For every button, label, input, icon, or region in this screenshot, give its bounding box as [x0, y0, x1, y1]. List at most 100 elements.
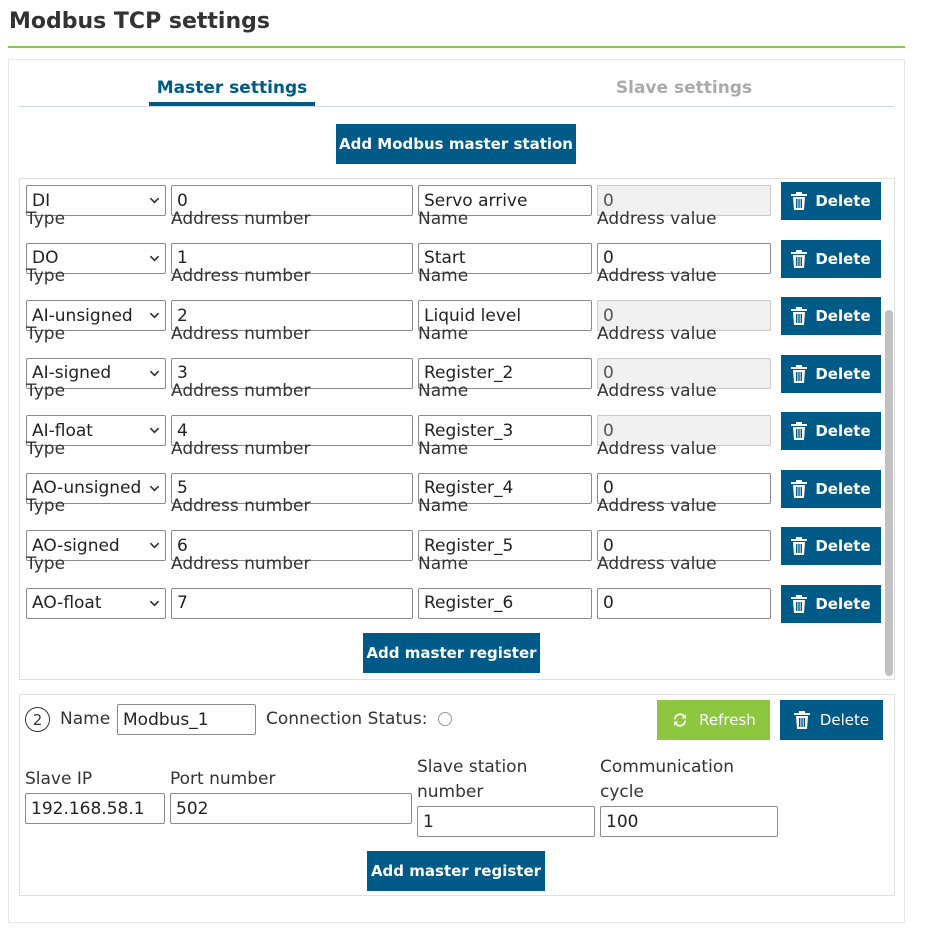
trash-icon	[791, 192, 808, 210]
chevron-down-icon	[149, 370, 160, 377]
delete-button-label: Delete	[815, 192, 871, 210]
register-type-value: AI-unsigned	[32, 305, 133, 326]
chevron-down-icon	[149, 255, 160, 262]
name-label: Name	[418, 323, 469, 344]
address-number-label: Address number	[171, 553, 311, 574]
add-master-register-button-2[interactable]: Add master register	[367, 851, 545, 891]
address-value-label: Address value	[597, 323, 717, 344]
register-name-input[interactable]: Register_6	[418, 587, 592, 619]
communication-cycle-label-line1: Communication	[600, 757, 734, 777]
communication-cycle-input[interactable]: 100	[600, 806, 778, 837]
slave-station-label-line1: Slave station	[417, 757, 528, 777]
delete-register-button[interactable]: Delete	[781, 297, 881, 335]
tabs-divider	[19, 106, 894, 107]
name-label: Name	[418, 496, 469, 516]
scrollbar-thumb[interactable]	[885, 310, 893, 676]
register-address-input[interactable]: 7	[171, 587, 413, 619]
register-type-value: AO-signed	[32, 535, 120, 556]
slave-ip-input[interactable]: 192.168.58.1	[25, 793, 165, 824]
trash-icon	[791, 249, 808, 268]
refresh-icon	[674, 713, 687, 727]
add-master-station-button[interactable]: Add Modbus master station	[336, 124, 576, 164]
trash-icon	[791, 479, 808, 498]
type-label: Type	[26, 208, 66, 229]
register-value-input[interactable]: 0	[597, 587, 771, 619]
name-label: Name	[418, 553, 469, 574]
delete-button-label: Delete	[815, 249, 871, 268]
slave-station-label-line2: number	[417, 782, 484, 802]
refresh-button[interactable]: Refresh	[657, 700, 770, 740]
register-type-value: AI-float	[32, 420, 93, 441]
address-number-label: Address number	[171, 438, 311, 459]
delete-register-button[interactable]: Delete	[781, 412, 881, 450]
station-name-input[interactable]: Modbus_1	[117, 704, 256, 735]
delete-register-button[interactable]: Delete	[781, 354, 881, 393]
address-value-label: Address value	[597, 553, 717, 574]
delete-register-button[interactable]: Delete	[781, 527, 881, 565]
address-number-label: Address number	[171, 323, 311, 344]
register-type-value: DI	[32, 190, 51, 211]
type-label: Type	[26, 553, 66, 574]
connection-status-label: Connection Status:	[266, 709, 428, 729]
station-number-badge: 2	[25, 707, 50, 732]
delete-button-label: Delete	[815, 594, 871, 613]
type-label: Type	[26, 266, 66, 286]
delete-register-button[interactable]: Delete	[781, 584, 881, 623]
address-value-label: Address value	[597, 266, 717, 286]
delete-button-label: Delete	[815, 307, 871, 325]
chevron-down-icon	[149, 312, 160, 319]
address-value-label: Address value	[597, 496, 717, 516]
port-number-label: Port number	[170, 769, 276, 789]
chevron-down-icon	[149, 485, 160, 492]
master-station-1[interactable]: DI 0 Servo arrive 0 Delete Type Address number…	[19, 178, 895, 680]
trash-icon	[793, 711, 810, 729]
status-circle-icon	[438, 712, 452, 726]
register-type-value: AI-signed	[32, 363, 112, 383]
trash-icon	[791, 364, 808, 383]
communication-cycle-label-line2: cycle	[600, 782, 644, 802]
trash-icon	[791, 537, 808, 555]
title-divider	[8, 46, 905, 48]
add-master-register-button[interactable]: Add master register	[363, 633, 540, 673]
delete-register-button[interactable]: Delete	[781, 182, 881, 220]
type-label: Type	[26, 438, 66, 459]
delete-button-label: Delete	[815, 364, 871, 383]
trash-icon	[791, 307, 808, 325]
slave-ip-label: Slave IP	[25, 769, 93, 789]
address-number-label: Address number	[171, 266, 311, 286]
delete-button-label: Delete	[815, 479, 871, 498]
type-label: Type	[26, 496, 66, 516]
tab-slave-settings[interactable]: Slave settings	[584, 78, 784, 98]
register-type-value: AO-float	[32, 593, 102, 613]
delete-button-label: Delete	[815, 422, 871, 440]
type-label: Type	[26, 381, 66, 401]
name-label: Name	[418, 208, 469, 229]
trash-icon	[791, 422, 808, 440]
page-title: Modbus TCP settings	[9, 9, 270, 34]
tab-master-settings[interactable]: Master settings	[149, 78, 315, 98]
address-number-label: Address number	[171, 208, 311, 229]
delete-station-button[interactable]: Delete	[780, 700, 883, 740]
register-type-value: DO	[32, 248, 59, 268]
address-value-label: Address value	[597, 208, 717, 229]
delete-register-button[interactable]: Delete	[781, 469, 881, 508]
chevron-down-icon	[149, 600, 160, 607]
trash-icon	[791, 594, 808, 613]
chevron-down-icon	[149, 542, 160, 549]
address-number-label: Address number	[171, 381, 311, 401]
address-number-label: Address number	[171, 496, 311, 516]
station-name-label: Name	[60, 709, 111, 729]
register-type-value: AO-unsigned	[32, 478, 142, 498]
port-number-input[interactable]: 502	[170, 793, 412, 824]
slave-station-number-input[interactable]: 1	[417, 806, 595, 837]
type-label: Type	[26, 323, 66, 344]
delete-button-label: Delete	[815, 537, 871, 555]
name-label: Name	[418, 438, 469, 459]
name-label: Name	[418, 266, 469, 286]
chevron-down-icon	[149, 197, 160, 204]
name-label: Name	[418, 381, 469, 401]
register-type-select[interactable]: AO-float	[26, 587, 166, 619]
chevron-down-icon	[149, 427, 160, 434]
address-value-label: Address value	[597, 438, 717, 459]
delete-register-button[interactable]: Delete	[781, 239, 881, 278]
